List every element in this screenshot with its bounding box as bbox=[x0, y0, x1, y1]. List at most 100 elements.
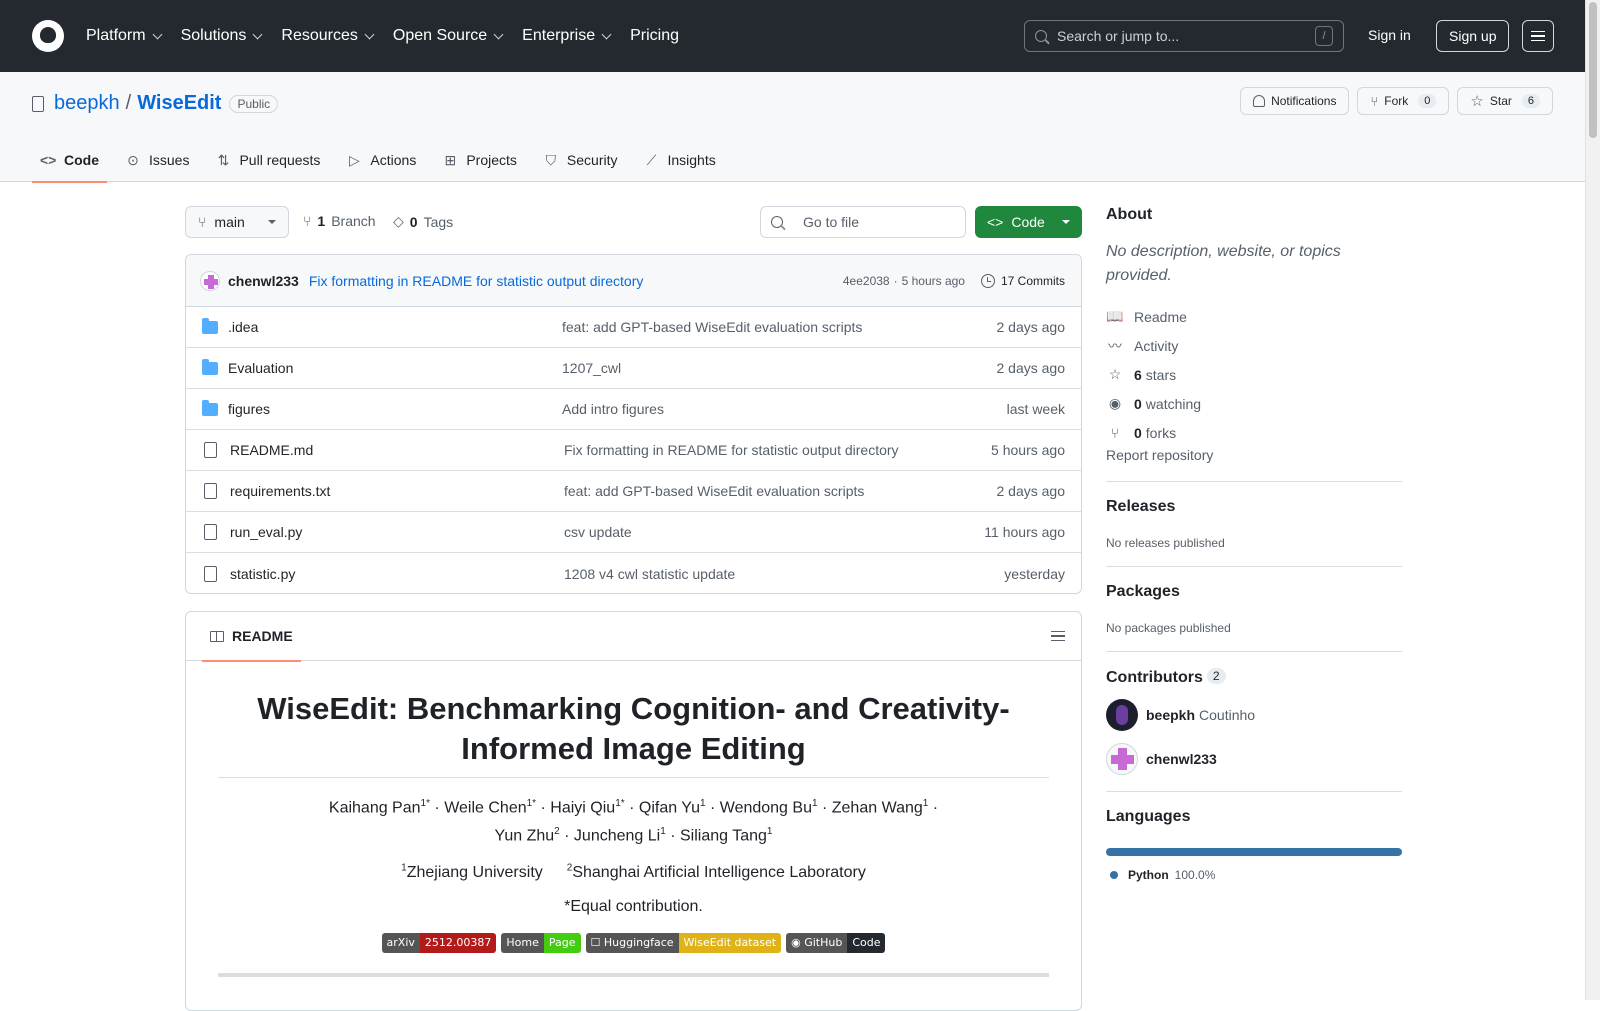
author-name: Siliang Tang bbox=[680, 827, 767, 845]
page-scrollbar[interactable] bbox=[1585, 0, 1600, 1000]
star-icon: ☆ bbox=[1108, 366, 1122, 382]
file-row[interactable]: statistic.py 1208 v4 cwl statistic update… bbox=[186, 553, 1081, 593]
file-row[interactable]: requirements.txt feat: add GPT-based Wise… bbox=[186, 471, 1081, 512]
commits-history-link[interactable]: 17 Commits bbox=[980, 273, 1065, 288]
badge-value: WiseEdit dataset bbox=[678, 932, 782, 953]
readme-header: README bbox=[186, 612, 1081, 662]
branches-link[interactable]: ⑂ 1 Branch bbox=[303, 213, 376, 229]
search-input[interactable]: Search or jump to... / bbox=[1024, 20, 1344, 52]
repo-owner-link[interactable]: beepkh bbox=[54, 92, 120, 115]
play-icon: ▷ bbox=[349, 151, 360, 168]
file-row[interactable]: Evaluation 1207_cwl 2 days ago bbox=[186, 348, 1081, 389]
file-icon bbox=[204, 565, 217, 582]
fork-icon: ⑂ bbox=[1110, 424, 1120, 441]
equal-contribution-note: *Equal contribution. bbox=[564, 897, 703, 915]
language-item[interactable]: Python 100.0% bbox=[1106, 868, 1402, 882]
file-commit-message-link[interactable]: feat: add GPT-based WiseEdit evaluation … bbox=[562, 319, 997, 335]
file-name-link[interactable]: run_eval.py bbox=[230, 524, 564, 540]
nav-open-source[interactable]: Open Source bbox=[393, 27, 504, 45]
pull-request-icon: ⇅ bbox=[217, 151, 230, 168]
file-commit-message-link[interactable]: Add intro figures bbox=[562, 401, 1007, 417]
commit-hash-link[interactable]: 4ee2038 bbox=[843, 274, 890, 288]
releases-heading[interactable]: Releases bbox=[1106, 498, 1402, 516]
file-row[interactable]: figures Add intro figures last week bbox=[186, 389, 1081, 430]
commit-author-link[interactable]: chenwl233 bbox=[228, 273, 299, 289]
code-icon: <> bbox=[40, 152, 57, 168]
star-button[interactable]: ☆ Star 6 bbox=[1457, 87, 1553, 115]
visibility-badge: Public bbox=[229, 94, 279, 113]
nav-solutions[interactable]: Solutions bbox=[181, 27, 263, 45]
file-row[interactable]: .idea feat: add GPT-based WiseEdit evalua… bbox=[186, 307, 1081, 348]
tab-insights[interactable]: ⟋ Insights bbox=[635, 138, 723, 182]
file-commit-message-link[interactable]: Fix formatting in README for statistic o… bbox=[564, 442, 991, 458]
contributor-item[interactable]: chenwl233 bbox=[1106, 743, 1402, 775]
file-name-link[interactable]: .idea bbox=[228, 319, 562, 335]
notifications-button[interactable]: Notifications bbox=[1240, 87, 1350, 115]
fork-button[interactable]: ⑂ Fork 0 bbox=[1357, 87, 1450, 115]
commit-time: 5 hours ago bbox=[901, 273, 965, 288]
tab-security[interactable]: ⛉ Security bbox=[535, 138, 626, 182]
contributor-item[interactable]: beepkh Coutinho bbox=[1106, 699, 1402, 731]
badges: arXiv 2512.00387 Home Page ☐ Huggingface Wise… bbox=[218, 932, 1049, 953]
nav-resources[interactable]: Resources bbox=[281, 27, 375, 45]
sidebar-link-count: 0 bbox=[1134, 424, 1142, 441]
chevron-down-icon bbox=[493, 29, 504, 39]
contributors-heading[interactable]: Contributors 2 bbox=[1106, 668, 1402, 687]
caret-down-icon bbox=[268, 220, 276, 224]
file-commit-message-link[interactable]: 1208 v4 cwl statistic update bbox=[564, 566, 1004, 582]
file-name-link[interactable]: requirements.txt bbox=[230, 483, 564, 499]
file-commit-message-link[interactable]: csv update bbox=[564, 524, 984, 540]
readme-badge[interactable]: arXiv 2512.00387 bbox=[381, 932, 497, 953]
tab-code[interactable]: <> Code bbox=[32, 138, 107, 183]
sign-up-button[interactable]: Sign up bbox=[1436, 20, 1510, 52]
avatar[interactable] bbox=[200, 270, 220, 291]
file-name-link[interactable]: statistic.py bbox=[230, 566, 564, 582]
author-name: Kaihang Pan bbox=[328, 799, 421, 817]
releases-empty: No releases published bbox=[1106, 536, 1225, 550]
sidebar-link-activity[interactable]: 〰 Activity bbox=[1106, 331, 1402, 360]
file-name-link[interactable]: Evaluation bbox=[228, 360, 562, 376]
repo-tabs: <> Code ⊙ Issues ⇅ Pull requests ▷ Actions ⊞… bbox=[32, 138, 734, 183]
tags-link[interactable]: ◇ 0 Tags bbox=[393, 213, 453, 230]
file-name-link[interactable]: README.md bbox=[230, 442, 564, 458]
readme-badge[interactable]: ◉ GitHub Code bbox=[786, 932, 886, 953]
report-repository-link[interactable]: Report repository bbox=[1106, 447, 1213, 463]
sidebar-link-forks[interactable]: ⑂ 0 forks bbox=[1106, 418, 1402, 447]
code-button[interactable]: <> Code bbox=[975, 206, 1082, 238]
readme-badge[interactable]: Home Page bbox=[501, 932, 581, 953]
file-name-link[interactable]: figures bbox=[228, 401, 562, 417]
tab-issues[interactable]: ⊙ Issues bbox=[117, 138, 197, 182]
history-icon bbox=[980, 273, 995, 288]
readme-title: WiseEdit: Benchmarking Cognition- and Cr… bbox=[218, 689, 1049, 778]
menu-icon[interactable] bbox=[1522, 20, 1554, 52]
readme-badge[interactable]: ☐ Huggingface WiseEdit dataset bbox=[585, 932, 782, 953]
avatar bbox=[1106, 699, 1138, 731]
author-affiliation-mark: 1* bbox=[526, 798, 537, 809]
list-icon[interactable] bbox=[1051, 630, 1065, 642]
file-commit-message-link[interactable]: feat: add GPT-based WiseEdit evaluation … bbox=[564, 483, 997, 499]
badge-value: 2512.00387 bbox=[419, 932, 497, 953]
github-logo-icon[interactable] bbox=[32, 20, 64, 52]
sidebar-link-stars[interactable]: ☆ 6 stars bbox=[1106, 360, 1402, 389]
nav-pricing[interactable]: Pricing bbox=[630, 27, 679, 45]
file-row[interactable]: run_eval.py csv update 11 hours ago bbox=[186, 512, 1081, 553]
bell-icon bbox=[1253, 95, 1266, 107]
sign-in-link[interactable]: Sign in bbox=[1368, 27, 1411, 43]
file-commit-message-link[interactable]: 1207_cwl bbox=[562, 360, 997, 376]
sidebar-link-watching[interactable]: ◉ 0 watching bbox=[1106, 389, 1402, 418]
readme-tab[interactable]: README bbox=[202, 612, 301, 662]
commit-message-link[interactable]: Fix formatting in README for statistic o… bbox=[309, 273, 644, 289]
file-row[interactable]: README.md Fix formatting in README for st… bbox=[186, 430, 1081, 471]
nav-enterprise[interactable]: Enterprise bbox=[522, 27, 612, 45]
repo-name-link[interactable]: WiseEdit bbox=[137, 92, 221, 115]
scrollbar-thumb[interactable] bbox=[1589, 2, 1597, 138]
tab-actions[interactable]: ▷ Actions bbox=[338, 138, 424, 182]
tab-pull-requests[interactable]: ⇅ Pull requests bbox=[207, 138, 328, 182]
packages-heading[interactable]: Packages bbox=[1106, 583, 1402, 601]
global-header: Platform Solutions Resources Open Source… bbox=[0, 0, 1585, 72]
sidebar-link-readme[interactable]: 📖 Readme bbox=[1106, 302, 1402, 331]
nav-platform[interactable]: Platform bbox=[86, 27, 163, 45]
tab-projects[interactable]: ⊞ Projects bbox=[434, 138, 525, 182]
go-to-file-input[interactable]: Go to file bbox=[760, 206, 966, 238]
branch-select[interactable]: ⑂ main bbox=[185, 206, 289, 238]
